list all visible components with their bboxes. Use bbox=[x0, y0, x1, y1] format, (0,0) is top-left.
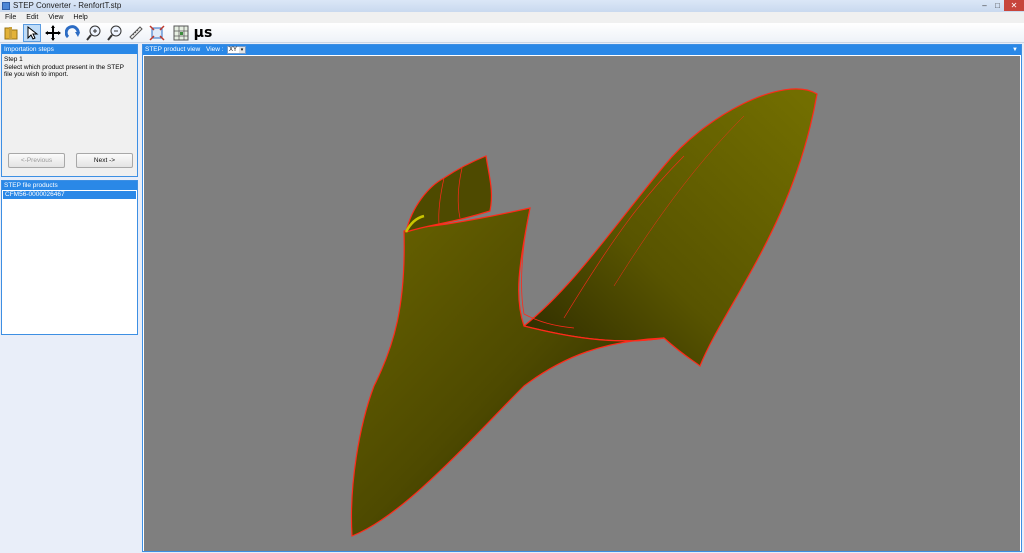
step-file-products-header: STEP file products bbox=[2, 181, 137, 190]
chevron-down-icon: ▾ bbox=[239, 47, 245, 53]
previous-button[interactable]: <-Previous bbox=[8, 153, 65, 168]
close-button[interactable]: ✕ bbox=[1004, 0, 1024, 11]
zoom-in-button[interactable] bbox=[85, 24, 103, 42]
open-folder-button[interactable] bbox=[2, 24, 20, 42]
collapse-icon[interactable]: ▼ bbox=[1012, 45, 1018, 55]
zoom-in-icon bbox=[86, 25, 101, 41]
units-label: µs bbox=[193, 25, 213, 41]
3d-viewport[interactable] bbox=[144, 56, 1020, 551]
menu-file[interactable]: File bbox=[0, 12, 21, 23]
next-button[interactable]: Next -> bbox=[76, 153, 133, 168]
menu-edit[interactable]: Edit bbox=[21, 12, 43, 23]
menu-view[interactable]: View bbox=[43, 12, 68, 23]
select-pointer-icon bbox=[27, 25, 39, 40]
select-tool-button[interactable] bbox=[23, 24, 41, 42]
view-orientation-value: XY bbox=[229, 47, 238, 53]
pan-move-icon bbox=[45, 25, 61, 41]
menu-bar: File Edit View Help bbox=[0, 12, 1024, 23]
units-button[interactable]: µs bbox=[192, 24, 214, 42]
product-view-header: STEP product view View : XY ▾ ▼ bbox=[143, 45, 1021, 55]
menu-help[interactable]: Help bbox=[68, 12, 92, 23]
view-orientation-select[interactable]: XY ▾ bbox=[227, 46, 246, 54]
3d-model-render bbox=[350, 88, 818, 537]
open-folder-icon bbox=[4, 27, 18, 40]
product-list-item[interactable]: CFM56-0000026467 bbox=[3, 191, 136, 199]
rotate-icon bbox=[65, 25, 80, 39]
zoom-out-button[interactable] bbox=[106, 24, 124, 42]
pan-tool-button[interactable] bbox=[44, 24, 62, 42]
measure-ruler-icon bbox=[129, 26, 143, 40]
step-file-products-panel: STEP file products CFM56-0000026467 bbox=[1, 180, 138, 335]
view-label: View : bbox=[206, 46, 224, 53]
importation-steps-panel: Importation steps Step 1 Select which pr… bbox=[1, 44, 138, 177]
window-title: STEP Converter - RenfortT.stp bbox=[13, 1, 122, 10]
importation-steps-header: Importation steps bbox=[2, 45, 137, 54]
minimize-button[interactable]: – bbox=[978, 0, 991, 11]
app-icon bbox=[2, 2, 10, 10]
measure-button[interactable] bbox=[127, 24, 145, 42]
step-title: Step 1 bbox=[4, 56, 23, 63]
model-blade-surface bbox=[522, 88, 818, 367]
rotate-tool-button[interactable] bbox=[64, 24, 82, 42]
title-bar: STEP Converter - RenfortT.stp – □ ✕ bbox=[0, 0, 1024, 12]
window-controls: – □ ✕ bbox=[978, 0, 1024, 11]
fit-view-button[interactable] bbox=[148, 24, 166, 42]
step-description: Select which product present in the STEP… bbox=[4, 64, 124, 78]
fit-view-icon bbox=[149, 25, 165, 41]
grid-button[interactable] bbox=[172, 24, 190, 42]
toolbar: µs bbox=[0, 23, 1024, 43]
product-view-title: STEP product view bbox=[145, 46, 201, 53]
product-view-panel: STEP product view View : XY ▾ ▼ bbox=[142, 44, 1022, 552]
maximize-button[interactable]: □ bbox=[991, 0, 1004, 11]
zoom-out-icon bbox=[107, 25, 122, 41]
grid-icon bbox=[173, 25, 189, 41]
